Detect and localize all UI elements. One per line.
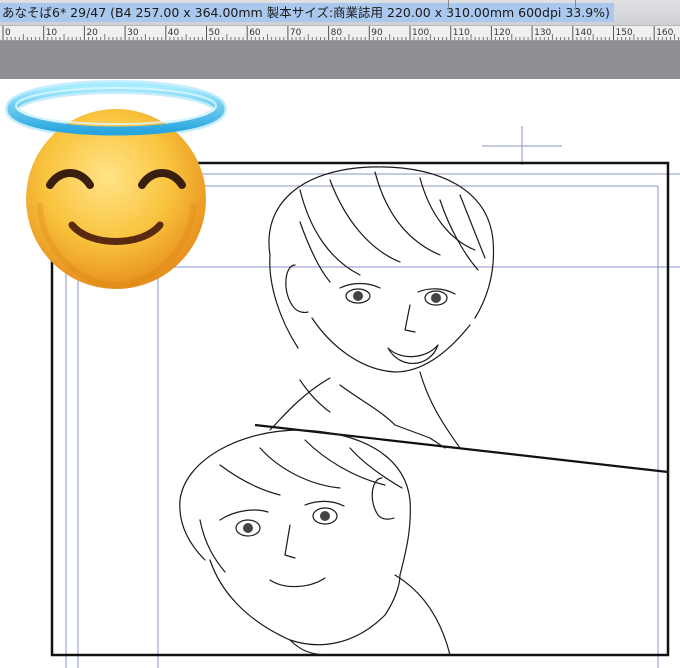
- ruler-label: 140: [575, 28, 592, 38]
- ruler-label: 60: [249, 28, 261, 38]
- ruler-label: 160: [656, 28, 673, 38]
- ruler-label: 130: [534, 28, 551, 38]
- ruler-label: 100: [412, 28, 429, 38]
- ruler-label: 70: [290, 28, 302, 38]
- ruler-label: 10: [46, 28, 58, 38]
- ruler-label: 50: [209, 28, 221, 38]
- document-titlebar: あなそば6* 29/47 (B4 257.00 x 364.00mm 製本サイズ…: [0, 0, 680, 26]
- titlebar-separator: [575, 0, 576, 10]
- canvas-toolbar-strip: [0, 41, 680, 79]
- horizontal-ruler[interactable]: 0 10 20 30 40 50 60 70 80 90 100 110 120 130 140 150 160: [0, 26, 680, 41]
- document-title: あなそば6* 29/47 (B4 257.00 x 364.00mm 製本サイズ…: [0, 3, 614, 22]
- lower-character-lineart: [179, 429, 451, 656]
- ruler-label: 40: [168, 28, 180, 38]
- titlebar-separator: [448, 0, 449, 10]
- panel-divider: [254, 423, 669, 474]
- ruler-label: 90: [371, 28, 383, 38]
- ruler-ticks: 0 10 20 30 40 50 60 70 80 90 100 110 120 130 140 150 160: [2, 26, 680, 40]
- upper-character-lineart: [268, 166, 495, 449]
- ruler-label: 120: [493, 28, 510, 38]
- drawing-canvas[interactable]: [0, 79, 680, 668]
- ruler-label: 80: [331, 28, 343, 38]
- ruler-label: 30: [127, 28, 139, 38]
- smiling-face-with-halo-emoji: [5, 80, 227, 289]
- ruler-label: 20: [86, 28, 98, 38]
- ruler-label: 150: [616, 28, 633, 38]
- ruler-label: 110: [453, 28, 470, 38]
- ruler-label: 0: [5, 28, 11, 38]
